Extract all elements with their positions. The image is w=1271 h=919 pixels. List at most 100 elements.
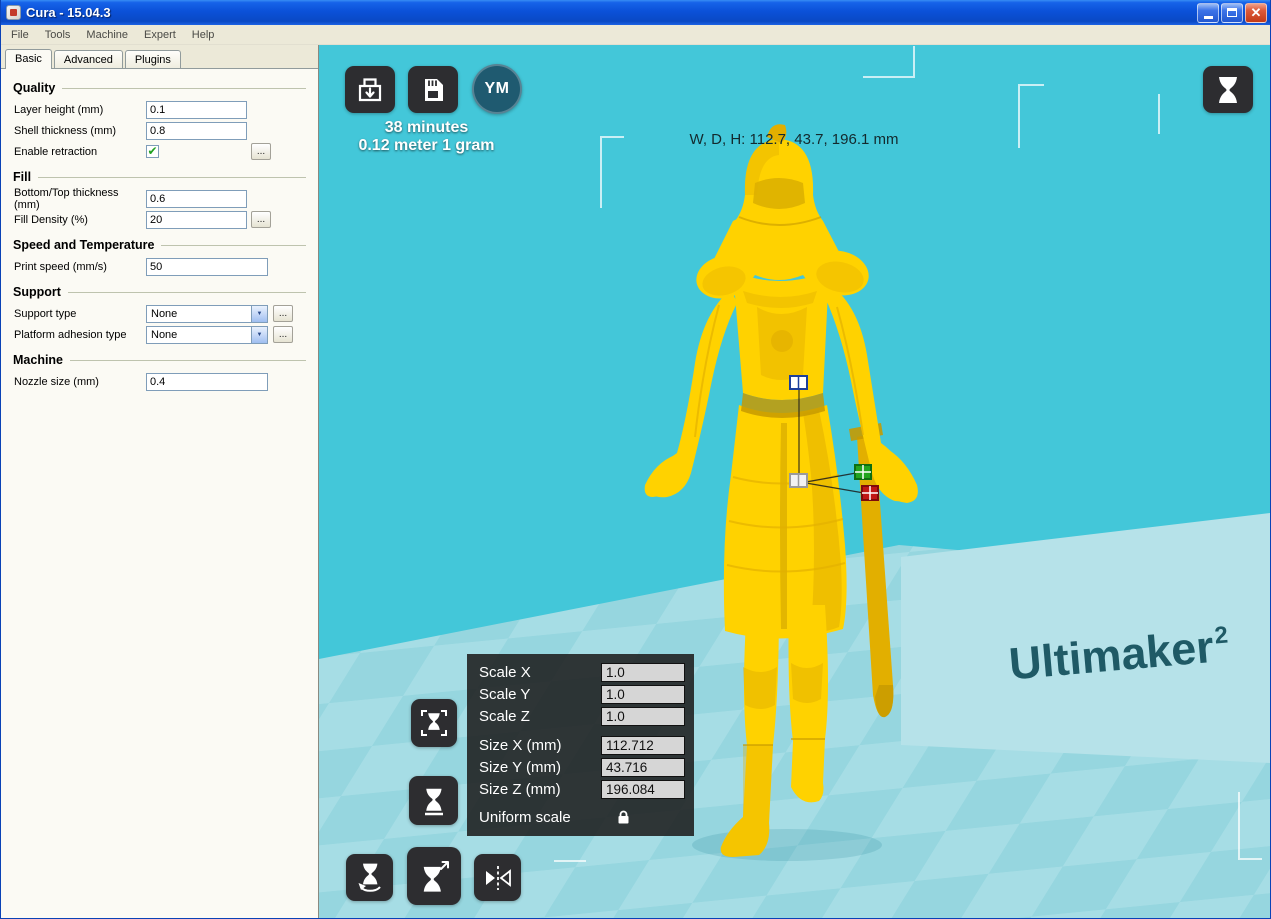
main-area: Basic Advanced Plugins Quality Layer height… <box>1 45 1270 918</box>
input-scale-z[interactable] <box>601 706 685 726</box>
field-label: Bottom/Top thickness (mm) <box>14 186 119 211</box>
input-size-x-mm[interactable] <box>601 735 685 755</box>
field-bottom-top-thickness-mm: Bottom/Top thickness (mm) <box>14 186 306 211</box>
tab-advanced[interactable]: Advanced <box>53 50 123 68</box>
scale-row-size-y-mm: Size Y (mm) <box>467 756 694 778</box>
more-button-fill-density[interactable]: ... <box>251 211 271 228</box>
input-shell-thickness-mm[interactable] <box>146 121 247 140</box>
scale-row-size-z-mm: Size Z (mm) <box>467 778 694 800</box>
scale-label: Size Z (mm) <box>479 780 561 798</box>
section-title: Machine <box>13 353 64 367</box>
save-toolpath-icon <box>425 78 443 101</box>
close-button[interactable]: ✕ <box>1245 2 1267 23</box>
input-scale-y[interactable] <box>601 684 685 704</box>
menubar: File Tools Machine Expert Help <box>1 25 1270 45</box>
more-button-support-type[interactable]: ... <box>273 305 293 322</box>
menu-help[interactable]: Help <box>184 27 223 43</box>
field-print-speed-mm-s: Print speed (mm/s) <box>14 257 306 276</box>
tab-strip: Basic Advanced Plugins <box>1 45 318 69</box>
menu-file[interactable]: File <box>3 27 37 43</box>
field-enable-retraction: Enable retraction ✔... <box>14 142 306 161</box>
scene-3d <box>319 45 1270 918</box>
viewport-3d[interactable]: YM 38 minutes 0.12 meter 1 gram W, D, H:… <box>319 45 1270 918</box>
tab-plugins[interactable]: Plugins <box>124 50 181 68</box>
scale-max-button[interactable] <box>411 699 457 747</box>
field-label: Enable retraction <box>14 145 98 158</box>
maximize-icon <box>1227 8 1237 17</box>
section-support: Support <box>13 285 306 299</box>
maximize-button[interactable] <box>1221 2 1243 23</box>
field-label: Shell thickness (mm) <box>14 124 117 137</box>
field-platform-adhesion-type: Platform adhesion type None ▼... <box>14 325 306 344</box>
scale-icon <box>423 861 449 892</box>
field-fill-density: Fill Density (%)... <box>14 210 306 229</box>
input-scale-x[interactable] <box>601 662 685 682</box>
combo-value: None <box>151 307 178 320</box>
uniform-scale-label: Uniform scale <box>479 808 571 826</box>
view-mode-icon <box>1219 76 1237 103</box>
field-label: Platform adhesion type <box>14 328 127 341</box>
save-toolpath-button[interactable] <box>408 66 458 113</box>
combo-value: None <box>151 328 178 341</box>
scale-rows: Scale X Scale Y Scale Z Size X (mm) Size Y (… <box>467 661 694 800</box>
more-button-platform-adhesion-type[interactable]: ... <box>273 326 293 343</box>
lock-icon[interactable] <box>617 810 630 825</box>
load-model-button[interactable] <box>345 66 395 113</box>
chevron-down-icon[interactable]: ▼ <box>251 326 267 343</box>
uniform-scale-row: Uniform scale <box>467 806 694 828</box>
field-label: Layer height (mm) <box>14 103 104 116</box>
scale-row-scale-z: Scale Z <box>467 705 694 727</box>
settings-panel: Basic Advanced Plugins Quality Layer height… <box>1 45 319 918</box>
scale-label: Size X (mm) <box>479 736 562 754</box>
scale-label: Scale Y <box>479 685 531 703</box>
window-controls: ✕ <box>1197 2 1267 23</box>
field-shell-thickness-mm: Shell thickness (mm) <box>14 121 306 140</box>
section-rule <box>38 176 306 178</box>
menu-tools[interactable]: Tools <box>37 27 79 43</box>
input-size-y-mm[interactable] <box>601 757 685 777</box>
mirror-tool-button[interactable] <box>474 854 521 901</box>
input-print-speed-mm-s[interactable] <box>146 257 268 276</box>
chevron-down-icon[interactable]: ▼ <box>251 305 267 322</box>
menu-machine[interactable]: Machine <box>78 27 136 43</box>
view-mode-button[interactable] <box>1203 66 1253 113</box>
load-model-icon <box>358 77 382 101</box>
input-bottom-top-thickness-mm[interactable] <box>146 189 247 208</box>
field-label: Support type <box>14 307 77 320</box>
settings-panel-body: Quality Layer height (mm) Shell thickness … <box>1 68 318 918</box>
select-support-type[interactable]: None ▼ <box>146 304 268 323</box>
select-platform-adhesion-type[interactable]: None ▼ <box>146 325 268 344</box>
scale-reset-button[interactable] <box>409 776 458 825</box>
field-layer-height-mm: Layer height (mm) <box>14 100 306 119</box>
section-title: Fill <box>13 170 32 184</box>
section-rule <box>62 87 306 89</box>
gizmo-handle-green[interactable] <box>854 464 872 480</box>
youmagine-button[interactable]: YM <box>472 64 522 114</box>
minimize-icon <box>1203 16 1213 19</box>
input-layer-height-mm[interactable] <box>146 100 247 119</box>
more-button-enable-retraction[interactable]: ... <box>251 143 271 160</box>
youmagine-label: YM <box>484 80 510 97</box>
scale-label: Scale Z <box>479 707 530 725</box>
rotate-tool-button[interactable] <box>346 854 393 901</box>
model-shadow <box>692 829 882 861</box>
scale-row-size-x-mm: Size X (mm) <box>467 734 694 756</box>
field-label: Print speed (mm/s) <box>14 260 107 273</box>
field-nozzle-size-mm: Nozzle size (mm) <box>14 372 306 391</box>
gizmo-handle-red[interactable] <box>861 485 879 501</box>
input-fill-density[interactable] <box>146 210 247 229</box>
scale-tool-button[interactable] <box>407 847 461 905</box>
minimize-button[interactable] <box>1197 2 1219 23</box>
tab-basic[interactable]: Basic <box>5 49 52 69</box>
titlebar[interactable]: Cura - 15.04.3 ✕ <box>1 0 1270 25</box>
menu-expert[interactable]: Expert <box>136 27 184 43</box>
scale-max-icon <box>421 710 447 736</box>
section-rule <box>70 359 306 361</box>
checkbox-enable-retraction[interactable]: ✔ <box>146 145 159 158</box>
field-support-type: Support type None ▼... <box>14 304 306 323</box>
section-quality: Quality <box>13 81 306 95</box>
input-nozzle-size-mm[interactable] <box>146 372 268 391</box>
section-rule <box>67 291 306 293</box>
section-title: Quality <box>13 81 56 95</box>
input-size-z-mm[interactable] <box>601 779 685 799</box>
